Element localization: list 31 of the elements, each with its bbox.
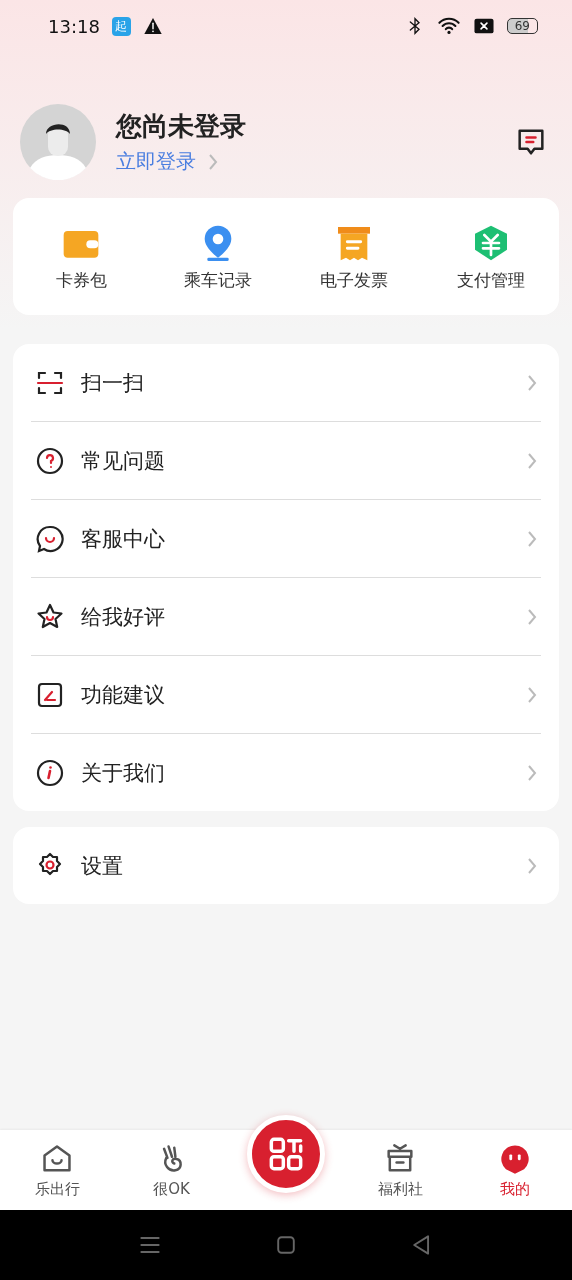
shortcut-button[interactable]: 支付管理 — [422, 222, 559, 293]
tab[interactable]: 我的 — [457, 1130, 572, 1210]
chevron-icon — [527, 529, 537, 548]
chevron-icon — [527, 451, 537, 470]
chevron-icon — [527, 763, 537, 782]
menu-item[interactable]: 设置 — [13, 827, 559, 904]
shortcut-button[interactable]: 卡券包 — [13, 222, 150, 293]
tab[interactable]: 很OK — [114, 1130, 229, 1210]
menu-item[interactable]: 扫一扫 — [13, 344, 559, 421]
chevron-icon — [527, 685, 537, 704]
menu-item[interactable]: 常见问题 — [13, 422, 559, 499]
menu-item[interactable]: 给我好评 — [13, 578, 559, 655]
shortcut-button[interactable]: 电子发票 — [286, 222, 423, 293]
battery-level: 69 — [506, 18, 538, 34]
menu-item[interactable]: 功能建议 — [13, 656, 559, 733]
tab[interactable]: 福利社 — [343, 1130, 458, 1210]
chevron-icon — [208, 152, 218, 171]
info-icon — [35, 757, 65, 788]
chevron-icon — [527, 373, 537, 392]
shortcut-button[interactable]: 乘车记录 — [149, 222, 286, 293]
app-notification-icon: 起 — [111, 16, 131, 36]
warning-icon — [142, 16, 163, 36]
help-icon — [35, 445, 65, 476]
chevron-icon — [527, 607, 537, 626]
menu-item[interactable]: 关于我们 — [13, 734, 559, 811]
chat-icon — [35, 523, 65, 554]
tab[interactable]: 乐出行 — [0, 1130, 115, 1210]
profile-title: 您尚未登录 — [116, 110, 247, 143]
chevron-icon — [527, 856, 537, 875]
menu-item[interactable]: 客服中心 — [13, 500, 559, 577]
clock-time: 13:18 — [48, 15, 100, 37]
